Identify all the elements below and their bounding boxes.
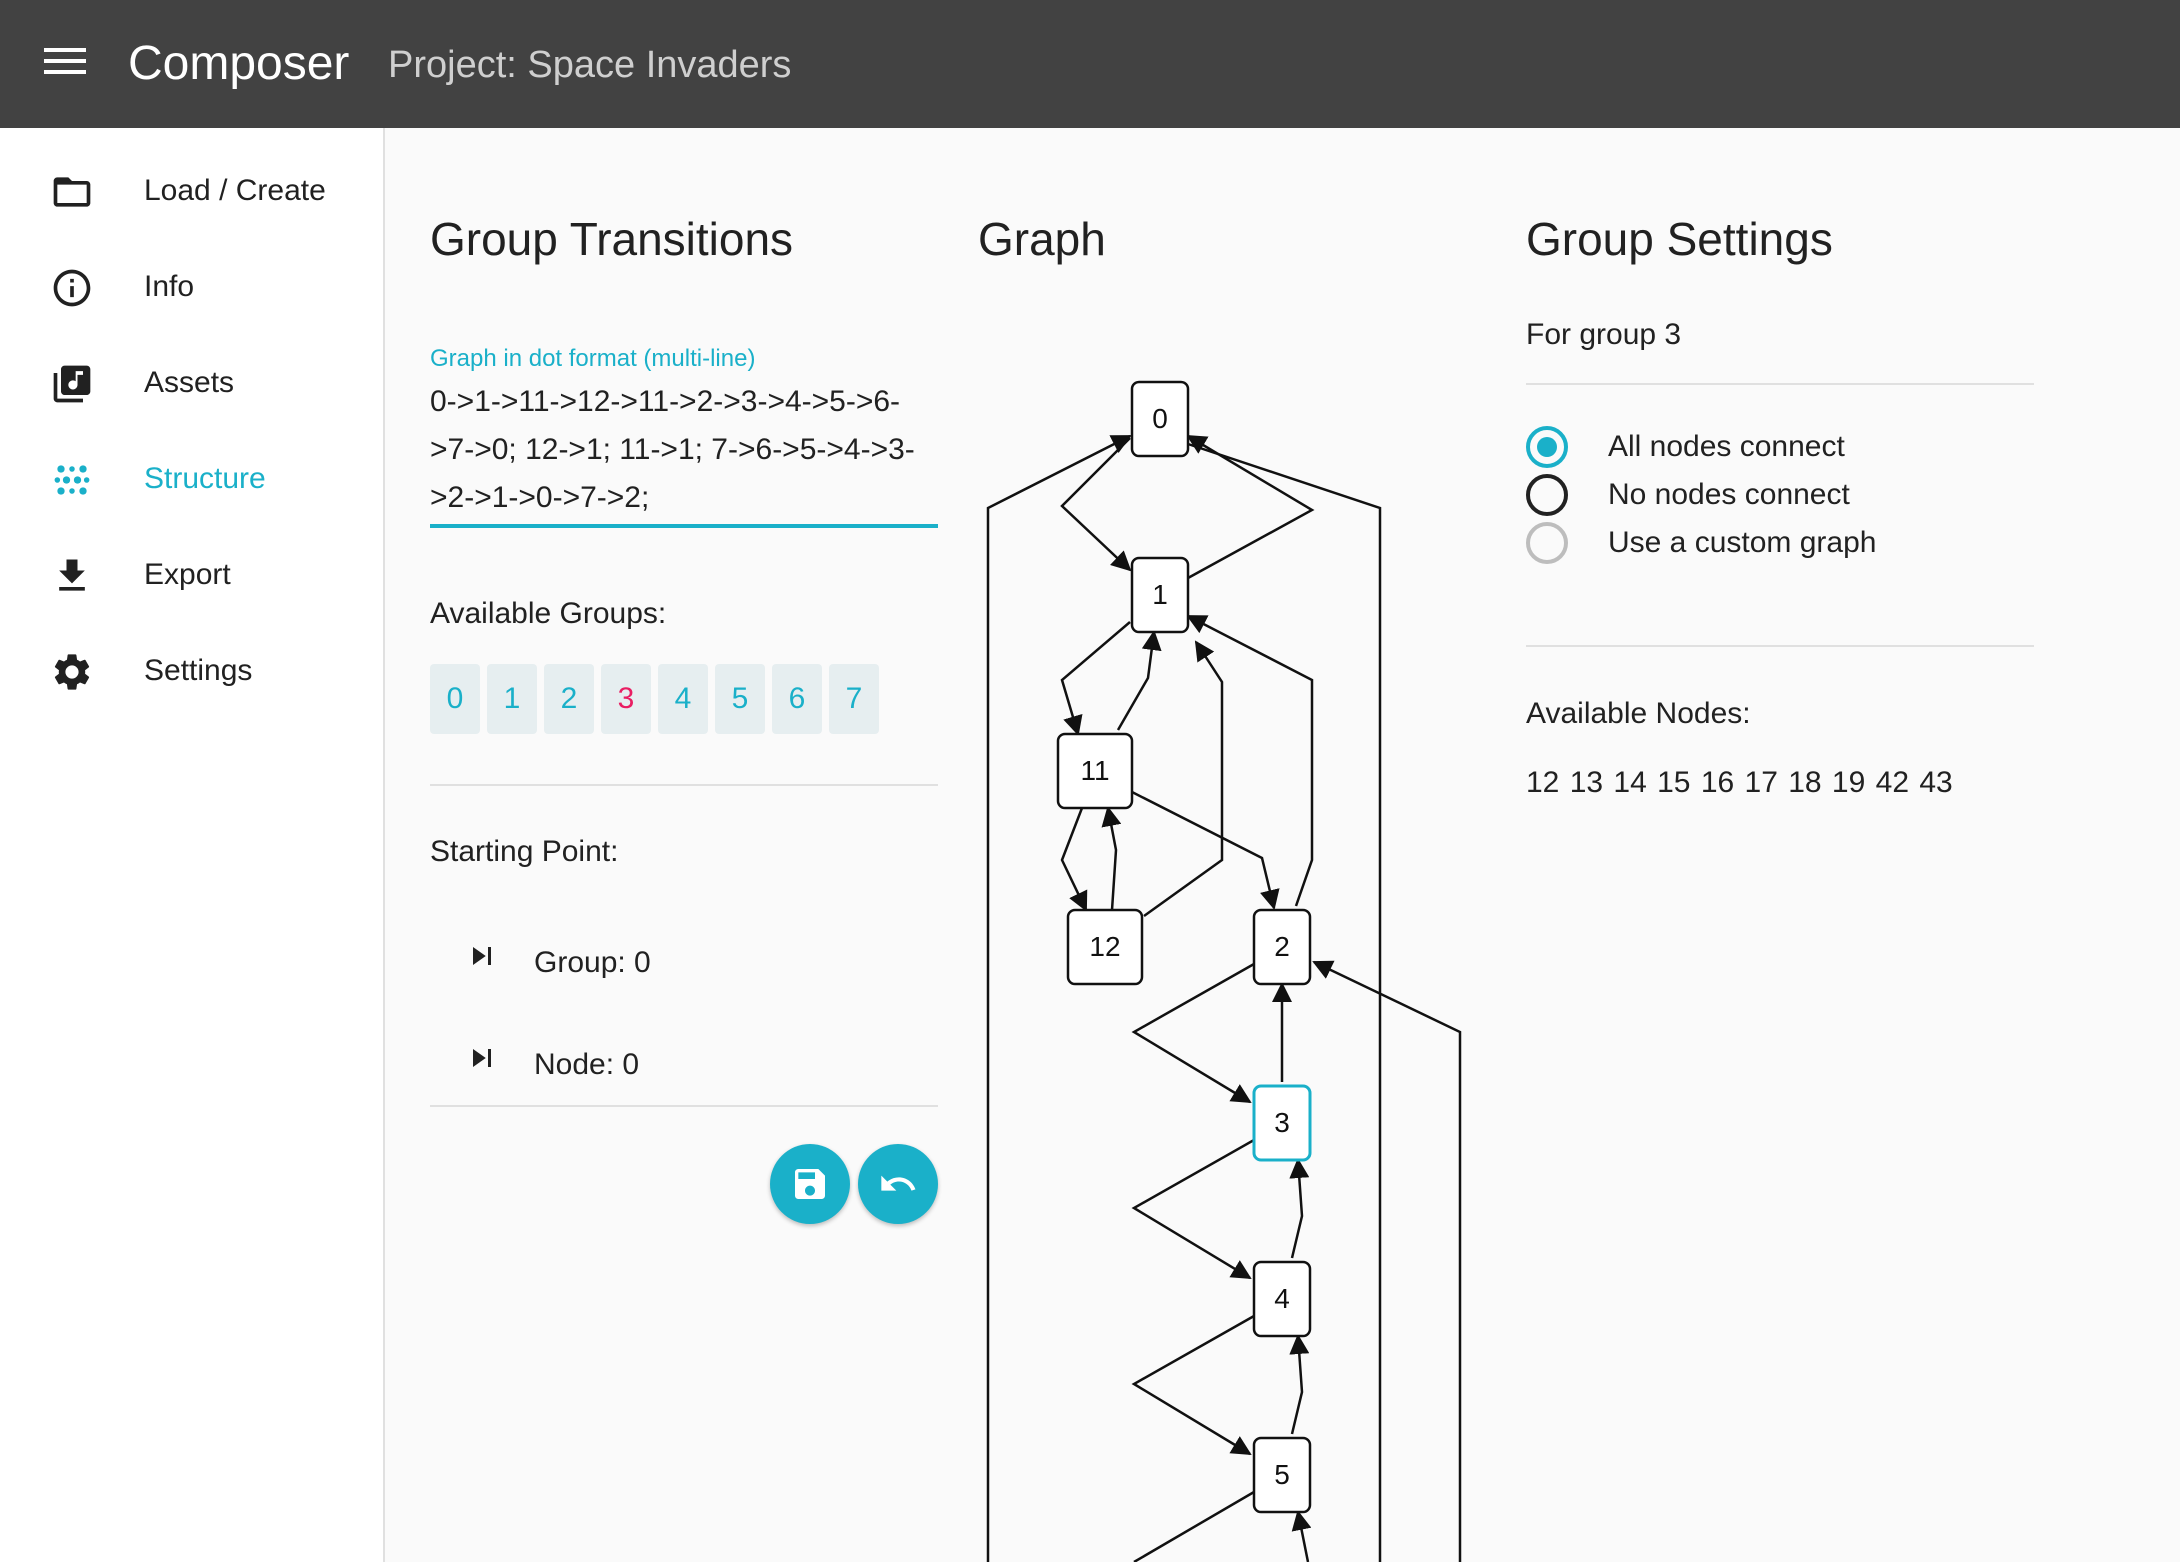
divider <box>1526 383 2034 385</box>
sidebar-item-load-create[interactable]: Load / Create <box>0 150 385 230</box>
svg-text:11: 11 <box>1080 755 1109 786</box>
radio-button[interactable] <box>1526 522 1568 564</box>
music-library-icon <box>53 365 91 403</box>
info-icon <box>53 269 91 307</box>
sidebar-item-label: Structure <box>144 462 266 495</box>
app-title: Composer <box>128 37 350 90</box>
svg-text:3: 3 <box>1274 1107 1290 1138</box>
transition-graph: 0 1 11 12 2 3 4 5 <box>986 380 1462 1562</box>
sidebar-item-label: Settings <box>144 654 253 687</box>
dot-format-field-label: Graph in dot format (multi-line) <box>430 345 756 372</box>
svg-text:4: 4 <box>1274 1283 1290 1314</box>
dot-format-field: 0->1->11->12->11->2->3->4->5->6->7->0; 1… <box>430 378 938 528</box>
graph-node[interactable]: 1 <box>1130 556 1190 634</box>
available-nodes-label: Available Nodes: <box>1526 697 1751 730</box>
available-nodes-list: 12 13 14 15 16 17 18 19 42 43 <box>1526 766 1953 799</box>
graph-node[interactable]: 2 <box>1252 908 1312 986</box>
save-icon <box>795 1169 825 1199</box>
sidebar-item-export[interactable]: Export <box>0 534 385 614</box>
radio-custom-graph[interactable]: Use a custom graph <box>1526 518 2026 566</box>
sidebar-item-label: Info <box>144 270 195 303</box>
svg-text:2: 2 <box>1274 931 1290 962</box>
undo-button[interactable] <box>858 1144 938 1224</box>
folder-icon <box>53 177 91 207</box>
group-chip-0[interactable]: 0 <box>430 664 480 734</box>
group-chip-6[interactable]: 6 <box>772 664 822 734</box>
group-chip-5[interactable]: 5 <box>715 664 765 734</box>
divider <box>1526 645 2034 647</box>
svg-text:0: 0 <box>1152 403 1168 434</box>
divider <box>430 1105 938 1107</box>
sidebar-item-structure[interactable]: Structure <box>0 438 385 518</box>
svg-text:5: 5 <box>1274 1459 1290 1490</box>
group-chip-1[interactable]: 1 <box>487 664 537 734</box>
save-button[interactable] <box>770 1144 850 1224</box>
start-node-label: Node: 0 <box>534 1048 640 1081</box>
project-title: Project: Space Invaders <box>388 44 792 86</box>
download-icon <box>59 559 85 591</box>
radio-button[interactable] <box>1526 426 1568 468</box>
group-chip-7[interactable]: 7 <box>829 664 879 734</box>
group-transitions-title: Group Transitions <box>430 213 794 265</box>
sidebar-item-label: Export <box>144 558 231 591</box>
graph-node[interactable]: 4 <box>1252 1260 1312 1338</box>
graph-title: Graph <box>978 213 1106 265</box>
radio-button[interactable] <box>1526 474 1568 516</box>
sidebar-item-assets[interactable]: Assets <box>0 342 385 422</box>
divider <box>430 784 938 786</box>
graph-node[interactable]: 11 <box>1056 732 1134 810</box>
hamburger-menu-icon[interactable] <box>44 48 86 80</box>
structure-dots-icon <box>54 465 90 495</box>
start-group-label: Group: 0 <box>534 946 651 979</box>
svg-text:1: 1 <box>1152 579 1168 610</box>
for-group-label: For group 3 <box>1526 318 1682 351</box>
group-chip-4[interactable]: 4 <box>658 664 708 734</box>
radio-no-nodes-connect[interactable]: No nodes connect <box>1526 470 2026 518</box>
graph-node[interactable]: 12 <box>1066 908 1144 986</box>
radio-label: All nodes connect <box>1608 430 1845 463</box>
sidebar-item-label: Assets <box>144 366 235 399</box>
svg-text:12: 12 <box>1089 931 1120 962</box>
skip-next-icon <box>473 947 491 965</box>
radio-label: Use a custom graph <box>1608 526 1877 559</box>
sidebar-item-info[interactable]: Info <box>0 246 385 326</box>
sidebar-item-label: Load / Create <box>144 174 326 207</box>
graph-node-highlighted[interactable]: 3 <box>1252 1084 1312 1162</box>
start-group-row[interactable]: Group: 0 <box>430 930 938 1000</box>
graph-node[interactable]: 0 <box>1130 380 1190 458</box>
undo-icon <box>881 1175 916 1191</box>
start-node-row[interactable]: Node: 0 <box>430 1032 938 1102</box>
radio-all-nodes-connect[interactable]: All nodes connect <box>1526 422 2026 470</box>
dot-format-textarea[interactable]: 0->1->11->12->11->2->3->4->5->6->7->0; 1… <box>430 378 938 518</box>
group-chip-2[interactable]: 2 <box>544 664 594 734</box>
starting-point-label: Starting Point: <box>430 835 619 868</box>
app-bar: Composer Project: Space Invaders <box>0 0 2180 128</box>
radio-label: No nodes connect <box>1608 478 1850 511</box>
group-settings-title: Group Settings <box>1526 213 1833 265</box>
skip-next-icon <box>473 1049 491 1067</box>
sidebar-item-settings[interactable]: Settings <box>0 630 385 710</box>
gear-icon <box>54 654 90 690</box>
group-chip-3[interactable]: 3 <box>601 664 651 734</box>
sidebar: Load / Create Info Assets Structure Expo… <box>0 128 385 1562</box>
available-groups-label: Available Groups: <box>430 597 667 630</box>
graph-node[interactable]: 5 <box>1252 1436 1312 1514</box>
